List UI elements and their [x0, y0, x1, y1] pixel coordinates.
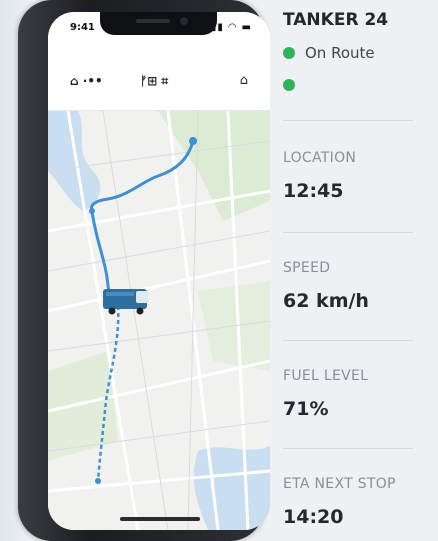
header-home-icon[interactable]: ⌂	[240, 73, 248, 88]
front-camera	[180, 17, 188, 25]
speed-value: 62 km/h	[283, 290, 369, 312]
eta-label: ETA NEXT STOP	[283, 476, 396, 492]
status-time: 9:41	[70, 22, 95, 33]
divider	[283, 340, 413, 341]
status-dot-icon	[283, 79, 295, 91]
status-label: On Route	[305, 44, 375, 62]
truck-marker[interactable]	[103, 289, 148, 315]
status-icons: ▮▮ ◠ ▬	[210, 22, 252, 33]
water-area	[48, 111, 101, 211]
app-header: ⌂ ·•• ᚠ⊞ ⌗ ⌂	[48, 64, 270, 111]
status-dot-icon	[283, 47, 295, 59]
route-start-marker	[189, 137, 197, 145]
header-title: ᚠ⊞ ⌗	[140, 74, 169, 88]
park-area	[48, 351, 118, 461]
route-waypoint	[89, 208, 95, 214]
divider	[283, 232, 413, 233]
fuel-level-value: 71%	[283, 398, 329, 420]
speaker-grille	[136, 19, 170, 23]
speed-label: SPEED	[283, 260, 331, 276]
status-row: On Route	[283, 44, 375, 62]
header-home-button[interactable]: ⌂ ·••	[70, 74, 103, 88]
route-waypoint	[95, 478, 101, 484]
phone-frame: 9:41 ▮▮ ◠ ▬ ⌂ ·•• ᚠ⊞ ⌗ ⌂	[18, 0, 270, 541]
location-label: LOCATION	[283, 150, 357, 166]
home-indicator	[120, 517, 200, 521]
vehicle-title: TANKER 24	[283, 10, 389, 30]
divider	[283, 120, 413, 121]
phone-notch	[100, 12, 217, 35]
map-canvas	[48, 111, 270, 530]
eta-value: 14:20	[283, 506, 344, 528]
location-value: 12:45	[283, 180, 344, 202]
divider	[283, 448, 413, 449]
phone-screen: 9:41 ▮▮ ◠ ▬ ⌂ ·•• ᚠ⊞ ⌗ ⌂	[48, 12, 270, 530]
tracking-map[interactable]	[48, 111, 270, 530]
fuel-level-label: FUEL LEVEL	[283, 368, 369, 384]
water-area	[193, 446, 270, 530]
info-panel: TANKER 24 On Route LOCATION 12:45 SPEED …	[283, 0, 438, 541]
